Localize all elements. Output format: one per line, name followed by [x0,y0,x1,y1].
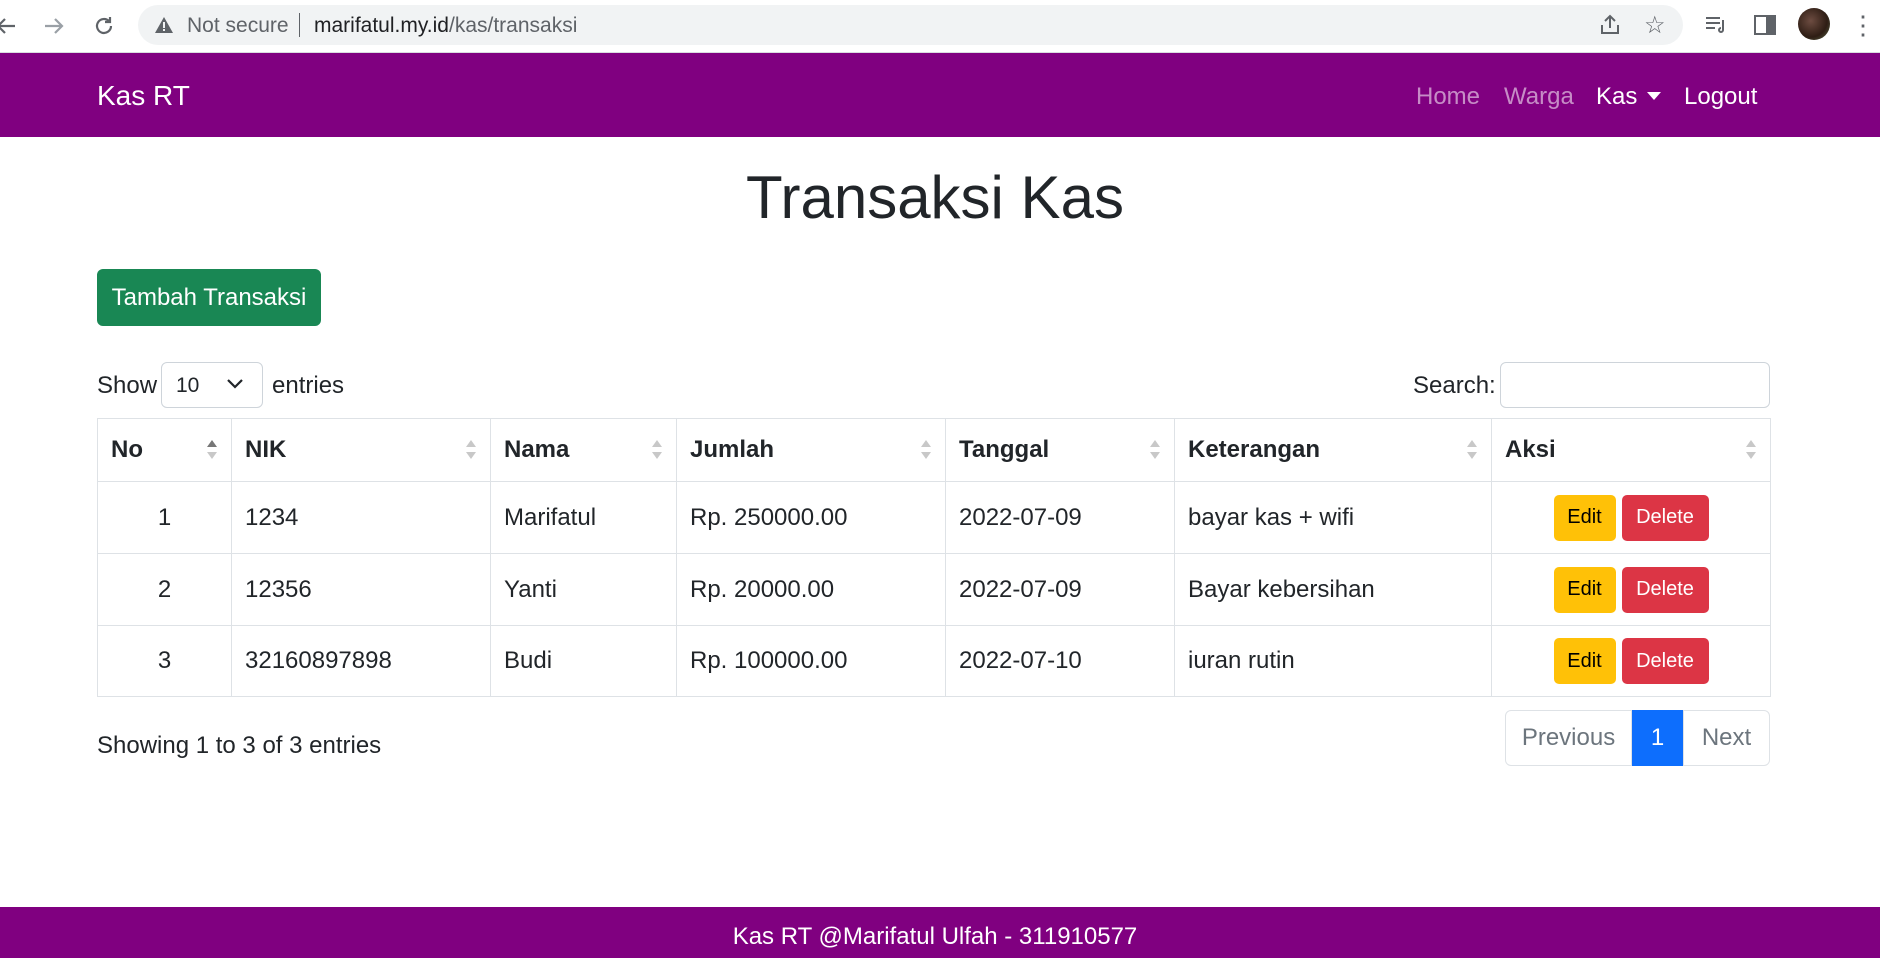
chevron-down-icon [227,379,243,389]
edit-button[interactable]: Edit [1553,638,1616,684]
column-header-label: Aksi [1505,436,1556,463]
column-header-tanggal[interactable]: Tanggal [946,419,1175,481]
cell-tanggal: 2022-07-09 [946,482,1175,553]
navbar-brand[interactable]: Kas RT [97,80,190,112]
column-header-label: Tanggal [959,436,1050,463]
cell-keterangan: Bayar kebersihan [1175,554,1492,625]
cell-jumlah: Rp. 250000.00 [677,482,946,553]
cell-nik: 32160897898 [232,626,491,696]
pagination-next[interactable]: Next [1683,710,1770,766]
caret-down-icon [1647,91,1662,100]
page-title: Transaksi Kas [746,164,1124,231]
cell-keterangan: iuran rutin [1175,626,1492,696]
cell-jumlah: Rp. 20000.00 [677,554,946,625]
table-info: Showing 1 to 3 of 3 entries [97,732,382,759]
profile-avatar[interactable] [1798,8,1830,40]
pagination-previous[interactable]: Previous [1505,710,1632,766]
nav-link-warga[interactable]: Warga [1504,83,1574,111]
pagination-page-1[interactable]: 1 [1632,710,1683,766]
warning-icon [155,17,173,33]
forward-icon[interactable] [38,10,70,42]
column-header-keterangan[interactable]: Keterangan [1175,419,1492,481]
search-input[interactable] [1500,362,1770,408]
back-icon[interactable] [0,10,22,42]
footer-text: Kas RT @Marifatul Ulfah - 311910577 [732,923,1138,950]
add-transaction-button[interactable]: Tambah Transaksi [97,269,321,326]
search-label: Search: [1413,372,1496,399]
browser-toolbar: Not secure marifatul.my.id/kas/transaksi… [0,0,1880,53]
cell-actions: Edit Delete [1492,626,1770,696]
cell-no: 3 [98,626,232,696]
delete-button[interactable]: Delete [1621,566,1709,613]
cell-nama: Marifatul [491,482,677,553]
table-row: 2 12356 Yanti Rp. 20000.00 2022-07-09 Ba… [98,554,1770,626]
omnibox-divider [299,13,300,37]
sort-icon [652,440,662,462]
url-text: marifatul.my.id/kas/transaksi [314,14,577,38]
delete-button[interactable]: Delete [1621,494,1709,541]
column-header-label: NIK [245,436,287,463]
sort-icon [921,440,931,462]
page-length-value: 10 [176,374,200,397]
cell-tanggal: 2022-07-09 [946,554,1175,625]
security-status: Not secure [187,14,289,37]
url-path: /kas/transaksi [448,14,578,37]
edit-button[interactable]: Edit [1553,566,1616,613]
cell-nama: Yanti [491,554,677,625]
entries-label: entries [272,372,345,399]
edit-button[interactable]: Edit [1553,494,1616,541]
cell-tanggal: 2022-07-10 [946,626,1175,696]
column-header-label: Jumlah [690,436,775,463]
share-icon[interactable] [1598,13,1622,37]
column-header-jumlah[interactable]: Jumlah [677,419,946,481]
cell-nama: Budi [491,626,677,696]
nav-link-kas: Kas [1596,83,1638,110]
sort-icon [1150,440,1160,462]
column-header-label: Nama [504,436,570,463]
column-header-nik[interactable]: NIK [232,419,491,481]
reload-icon[interactable] [88,10,120,42]
address-bar[interactable]: Not secure marifatul.my.id/kas/transaksi… [138,5,1683,45]
show-label: Show [97,372,158,399]
table-header-row: No NIK Nama Jumlah Tanggal Keterangan Ak… [98,419,1770,482]
page-length-select[interactable]: 10 [161,362,263,408]
sort-icon [1467,440,1477,462]
delete-button[interactable]: Delete [1621,638,1709,684]
menu-kebab-icon[interactable]: ⋮ [1850,10,1876,41]
nav-link-home[interactable]: Home [1416,83,1480,111]
cell-no: 1 [98,482,232,553]
cell-nik: 12356 [232,554,491,625]
column-header-no[interactable]: No [98,419,232,481]
sort-icon [1746,440,1756,462]
cell-actions: Edit Delete [1492,554,1770,625]
cell-keterangan: bayar kas + wifi [1175,482,1492,553]
column-header-nama[interactable]: Nama [491,419,677,481]
nav-link-logout[interactable]: Logout [1684,83,1757,111]
media-queue-icon[interactable] [1703,12,1729,38]
nav-dropdown-kas[interactable]: Kas [1596,83,1662,111]
cell-no: 2 [98,554,232,625]
column-header-label: Keterangan [1188,436,1321,463]
table-row: 1 1234 Marifatul Rp. 250000.00 2022-07-0… [98,482,1770,554]
cell-jumlah: Rp. 100000.00 [677,626,946,696]
cell-actions: Edit Delete [1492,482,1770,553]
sort-icon [207,440,217,462]
side-panel-icon[interactable] [1752,12,1778,38]
column-header-aksi[interactable]: Aksi [1492,419,1770,481]
cell-nik: 1234 [232,482,491,553]
pagination: Previous 1 Next [1505,710,1770,766]
column-header-label: No [111,436,143,463]
url-host: marifatul.my.id [314,14,449,37]
bookmark-star-icon[interactable]: ☆ [1644,11,1666,40]
transactions-table: No NIK Nama Jumlah Tanggal Keterangan Ak… [97,418,1771,697]
footer: Kas RT @Marifatul Ulfah - 311910577 [0,907,1880,958]
navbar: Kas RT Home Warga Kas Logout [0,53,1880,137]
sort-icon [466,440,476,462]
table-row: 3 32160897898 Budi Rp. 100000.00 2022-07… [98,626,1770,696]
